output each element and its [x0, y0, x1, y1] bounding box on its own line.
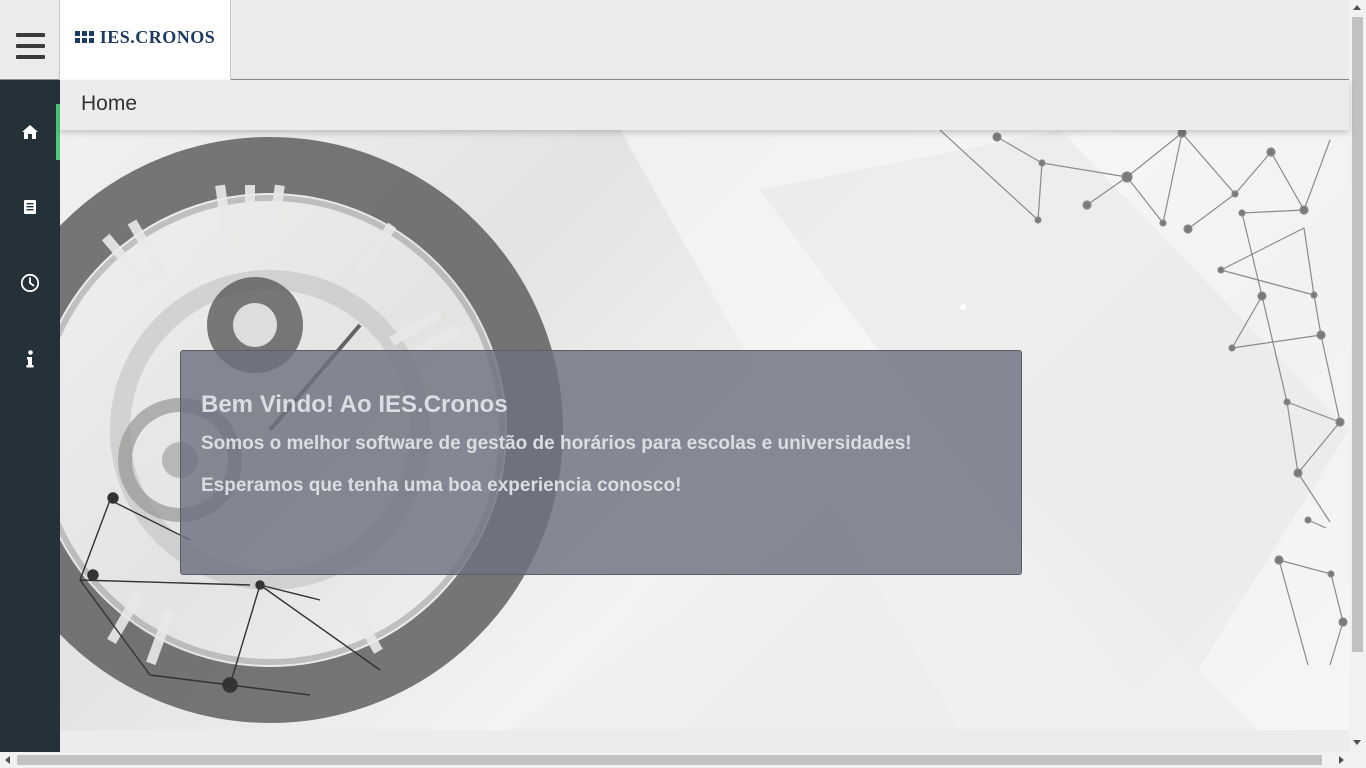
welcome-heading: Bem Vindo! Ao IES.Cronos	[201, 391, 508, 418]
info-icon	[26, 350, 34, 368]
scroll-down-arrow-icon[interactable]	[1353, 740, 1361, 745]
logo-text: IES.CRONOS	[99, 26, 216, 47]
top-bar: IES.CRONOS	[0, 0, 1349, 80]
welcome-line-1: Somos o melhor software de gestão de hor…	[201, 433, 912, 454]
welcome-line-2: Esperamos que tenha uma boa experiencia …	[201, 475, 682, 496]
sidebar-item-schedule[interactable]	[0, 255, 60, 311]
document-icon	[24, 200, 36, 214]
content-footer-gap	[60, 730, 1349, 752]
sidebar-item-home[interactable]	[0, 104, 60, 160]
hamburger-icon	[15, 33, 45, 59]
app-logo[interactable]: IES.CRONOS	[59, 0, 231, 80]
welcome-card: Bem Vindo! Ao IES.Cronos Somos o melhor …	[180, 350, 1022, 575]
clock-icon	[20, 273, 40, 293]
page-title: Home	[81, 92, 138, 115]
sidebar-item-documents[interactable]	[0, 179, 60, 235]
sidebar-item-info[interactable]	[0, 331, 60, 387]
scroll-left-arrow-icon[interactable]	[5, 756, 10, 764]
horizontal-scrollbar[interactable]	[0, 752, 1366, 768]
breadcrumb: Home	[60, 80, 1349, 130]
menu-toggle-button[interactable]	[0, 0, 60, 80]
hero-banner: Bem Vindo! Ao IES.Cronos Somos o melhor …	[60, 130, 1349, 730]
sidebar	[0, 80, 60, 752]
vertical-scrollbar[interactable]	[1349, 0, 1366, 752]
scroll-right-arrow-icon[interactable]	[1339, 756, 1344, 764]
home-icon	[22, 125, 38, 139]
horizontal-scroll-thumb[interactable]	[17, 755, 1322, 765]
logo-mark-icon	[74, 31, 94, 43]
vertical-scroll-thumb[interactable]	[1352, 17, 1363, 652]
scroll-up-arrow-icon[interactable]	[1353, 5, 1361, 10]
